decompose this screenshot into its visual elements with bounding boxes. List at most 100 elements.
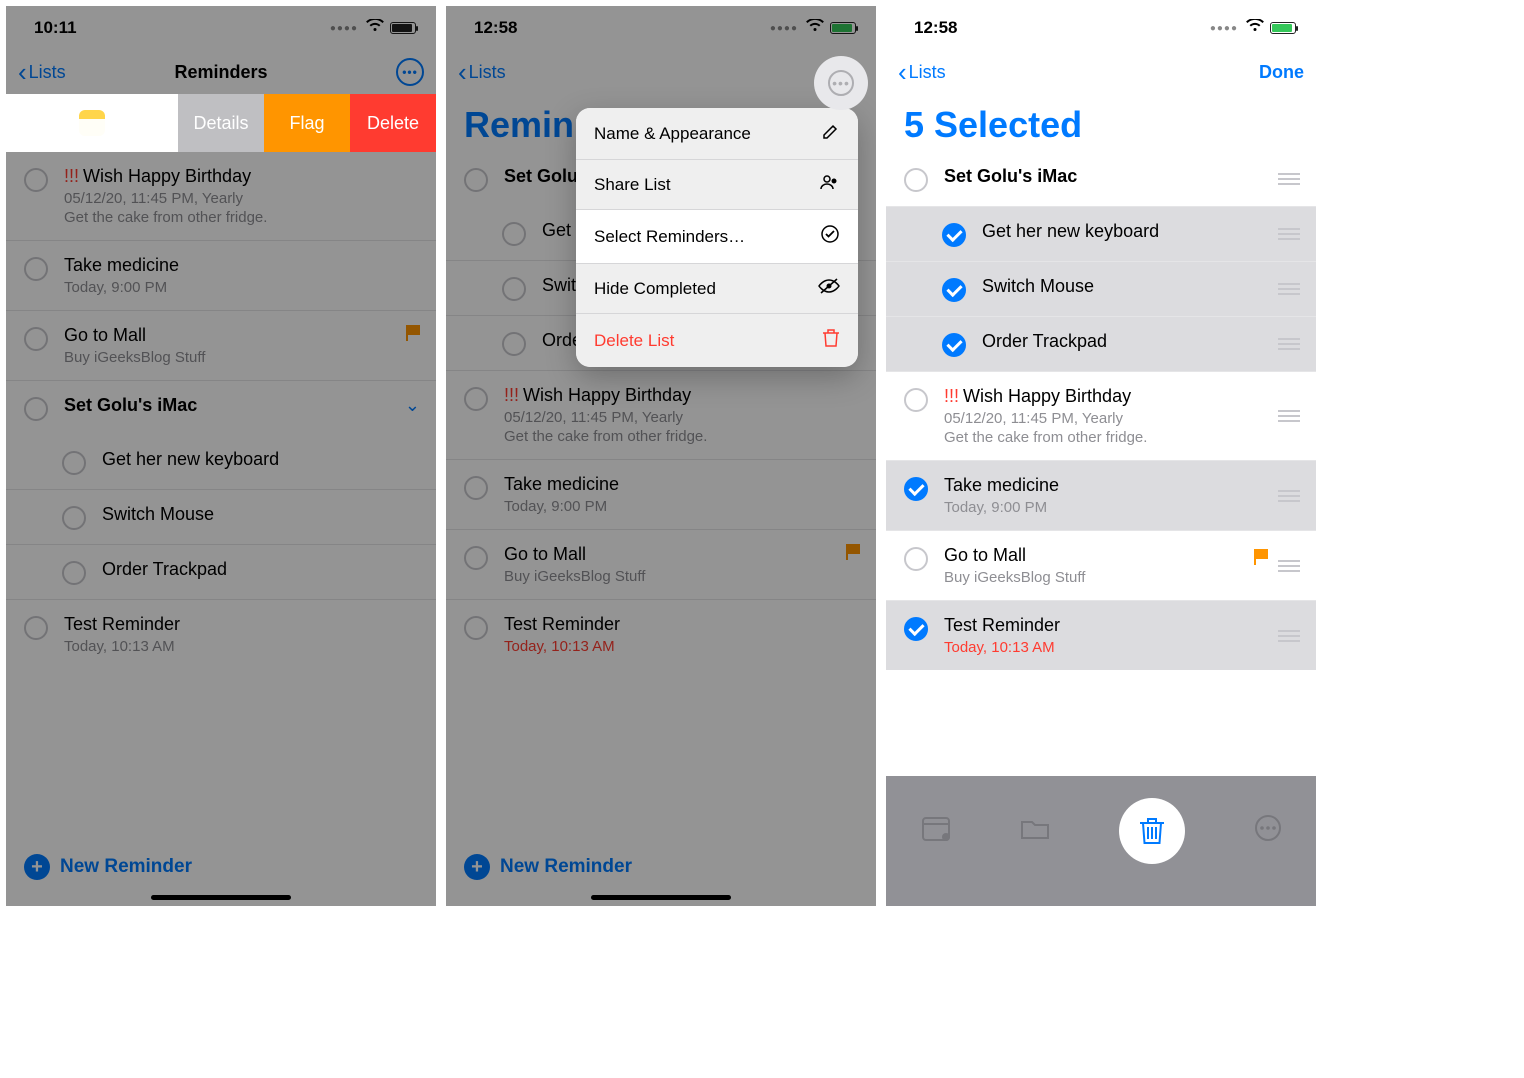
cellular-dots-icon: ●●●● <box>330 23 358 34</box>
swipe-delete-button[interactable]: Delete <box>350 94 436 152</box>
reminder-title: Order Trackpad <box>102 559 420 580</box>
reminder-row[interactable]: Order Trackpad <box>6 545 436 600</box>
flag-icon <box>1254 549 1268 565</box>
reminder-row[interactable]: !!!Wish Happy Birthday 05/12/20, 11:45 P… <box>6 152 436 241</box>
priority-icon: !!! <box>504 385 519 405</box>
status-bar: 12:58 ●●●● <box>446 6 876 50</box>
reminder-row[interactable]: Set Golu's iMac <box>886 152 1316 207</box>
done-button[interactable]: Done <box>1259 62 1304 83</box>
complete-radio[interactable] <box>62 561 86 585</box>
eye-slash-icon <box>818 278 840 299</box>
drag-handle-icon[interactable] <box>1278 490 1300 502</box>
move-to-list-button[interactable] <box>1020 816 1050 847</box>
reminder-row[interactable]: Go to Mall Buy iGeeksBlog Stuff <box>446 530 876 600</box>
select-radio[interactable] <box>942 333 966 357</box>
drag-handle-icon[interactable] <box>1278 338 1300 350</box>
home-indicator <box>591 895 731 900</box>
complete-radio[interactable] <box>24 257 48 281</box>
reminder-title: Wish Happy Birthday <box>963 386 1131 406</box>
complete-radio[interactable] <box>464 476 488 500</box>
reminder-row[interactable]: Get her new keyboard <box>6 435 436 490</box>
reminder-row[interactable]: Test Reminder Today, 10:13 AM <box>446 600 876 669</box>
select-radio[interactable] <box>904 168 928 192</box>
complete-radio[interactable] <box>24 397 48 421</box>
reminder-row[interactable]: Test Reminder Today, 10:13 AM <box>886 601 1316 670</box>
nav-title: Reminders <box>6 62 436 83</box>
select-radio[interactable] <box>904 388 928 412</box>
complete-radio[interactable] <box>24 168 48 192</box>
panel-3-selection-mode: 12:58 ●●●● ‹ Lists Done 5 Selected Set G… <box>886 6 1316 906</box>
complete-radio[interactable] <box>502 222 526 246</box>
priority-icon: !!! <box>64 166 79 186</box>
status-bar: 10:11 ●●●● <box>6 6 436 50</box>
complete-radio[interactable] <box>62 451 86 475</box>
reminder-sub: Today, 9:00 PM <box>64 279 420 296</box>
complete-radio[interactable] <box>464 616 488 640</box>
wifi-icon <box>366 18 384 38</box>
reminder-title: Go to Mall <box>944 545 1254 566</box>
calendar-button[interactable] <box>921 814 951 849</box>
new-reminder-label: New Reminder <box>500 856 632 878</box>
reminder-row[interactable]: Take medicine Today, 9:00 PM <box>6 241 436 311</box>
more-actions-button[interactable] <box>1254 814 1282 849</box>
reminder-row[interactable]: Order Trackpad <box>886 317 1316 372</box>
menu-name-appearance[interactable]: Name & Appearance <box>576 108 858 160</box>
reminder-row[interactable]: Switch Mouse <box>886 262 1316 317</box>
reminder-title: Test Reminder <box>504 614 860 635</box>
menu-label: Hide Completed <box>594 279 716 299</box>
complete-radio[interactable] <box>24 327 48 351</box>
reminder-row[interactable]: !!!Wish Happy Birthday 05/12/20, 11:45 P… <box>446 371 876 460</box>
reminder-row[interactable]: Test Reminder Today, 10:13 AM <box>6 600 436 669</box>
reminder-sub: 05/12/20, 11:45 PM, Yearly <box>64 190 420 207</box>
menu-hide-completed[interactable]: Hide Completed <box>576 264 858 314</box>
reminder-row[interactable]: Switch Mouse <box>6 490 436 545</box>
complete-radio[interactable] <box>502 332 526 356</box>
drag-handle-icon[interactable] <box>1278 630 1300 642</box>
reminder-row[interactable]: !!!Wish Happy Birthday 05/12/20, 11:45 P… <box>886 372 1316 461</box>
flag-icon <box>846 544 860 560</box>
complete-radio[interactable] <box>502 277 526 301</box>
drag-handle-icon[interactable] <box>1278 283 1300 295</box>
back-button[interactable]: ‹ Lists <box>898 59 946 85</box>
reminder-row[interactable]: Set Golu's iMac ⌄ <box>6 381 436 435</box>
select-radio[interactable] <box>904 547 928 571</box>
menu-select-reminders[interactable]: Select Reminders… <box>576 210 858 264</box>
complete-radio[interactable] <box>464 387 488 411</box>
chevron-down-icon[interactable]: ⌄ <box>405 395 420 416</box>
reminder-row[interactable]: Go to Mall Buy iGeeksBlog Stuff <box>886 531 1316 601</box>
reminder-row[interactable]: Take medicine Today, 9:00 PM <box>446 460 876 530</box>
menu-label: Share List <box>594 175 671 195</box>
complete-radio[interactable] <box>62 506 86 530</box>
swipe-details-label: Details <box>193 113 248 134</box>
menu-share-list[interactable]: Share List <box>576 160 858 210</box>
page-title: 5 Selected <box>886 94 1316 152</box>
back-button[interactable]: ‹ Lists <box>458 59 506 85</box>
select-radio[interactable] <box>942 223 966 247</box>
select-radio[interactable] <box>904 617 928 641</box>
plus-icon: + <box>464 854 490 880</box>
menu-delete-list[interactable]: Delete List <box>576 314 858 367</box>
select-radio[interactable] <box>942 278 966 302</box>
drag-handle-icon[interactable] <box>1278 560 1300 572</box>
complete-radio[interactable] <box>24 616 48 640</box>
drag-handle-icon[interactable] <box>1278 410 1300 422</box>
complete-radio[interactable] <box>464 168 488 192</box>
back-label: Lists <box>469 62 506 83</box>
reminder-sub: 05/12/20, 11:45 PM, Yearly <box>504 409 860 426</box>
complete-radio[interactable] <box>464 546 488 570</box>
ellipsis-icon: ••• <box>828 70 854 96</box>
drag-handle-icon[interactable] <box>1278 228 1300 240</box>
status-time: 12:58 <box>474 18 517 38</box>
reminder-row[interactable]: Get her new keyboard <box>886 207 1316 262</box>
trash-icon <box>1139 816 1165 846</box>
status-time: 10:11 <box>34 18 77 38</box>
reminder-row[interactable]: Go to Mall Buy iGeeksBlog Stuff <box>6 311 436 381</box>
drag-handle-icon[interactable] <box>1278 173 1300 185</box>
reminder-row[interactable]: Take medicine Today, 9:00 PM <box>886 461 1316 531</box>
reminder-sub: 05/12/20, 11:45 PM, Yearly <box>944 410 1268 427</box>
swipe-details-button[interactable]: Details <box>178 94 264 152</box>
delete-selected-button[interactable] <box>1119 798 1185 864</box>
swipe-flag-button[interactable]: Flag <box>264 94 350 152</box>
select-radio[interactable] <box>904 477 928 501</box>
menu-label: Delete List <box>594 331 674 351</box>
